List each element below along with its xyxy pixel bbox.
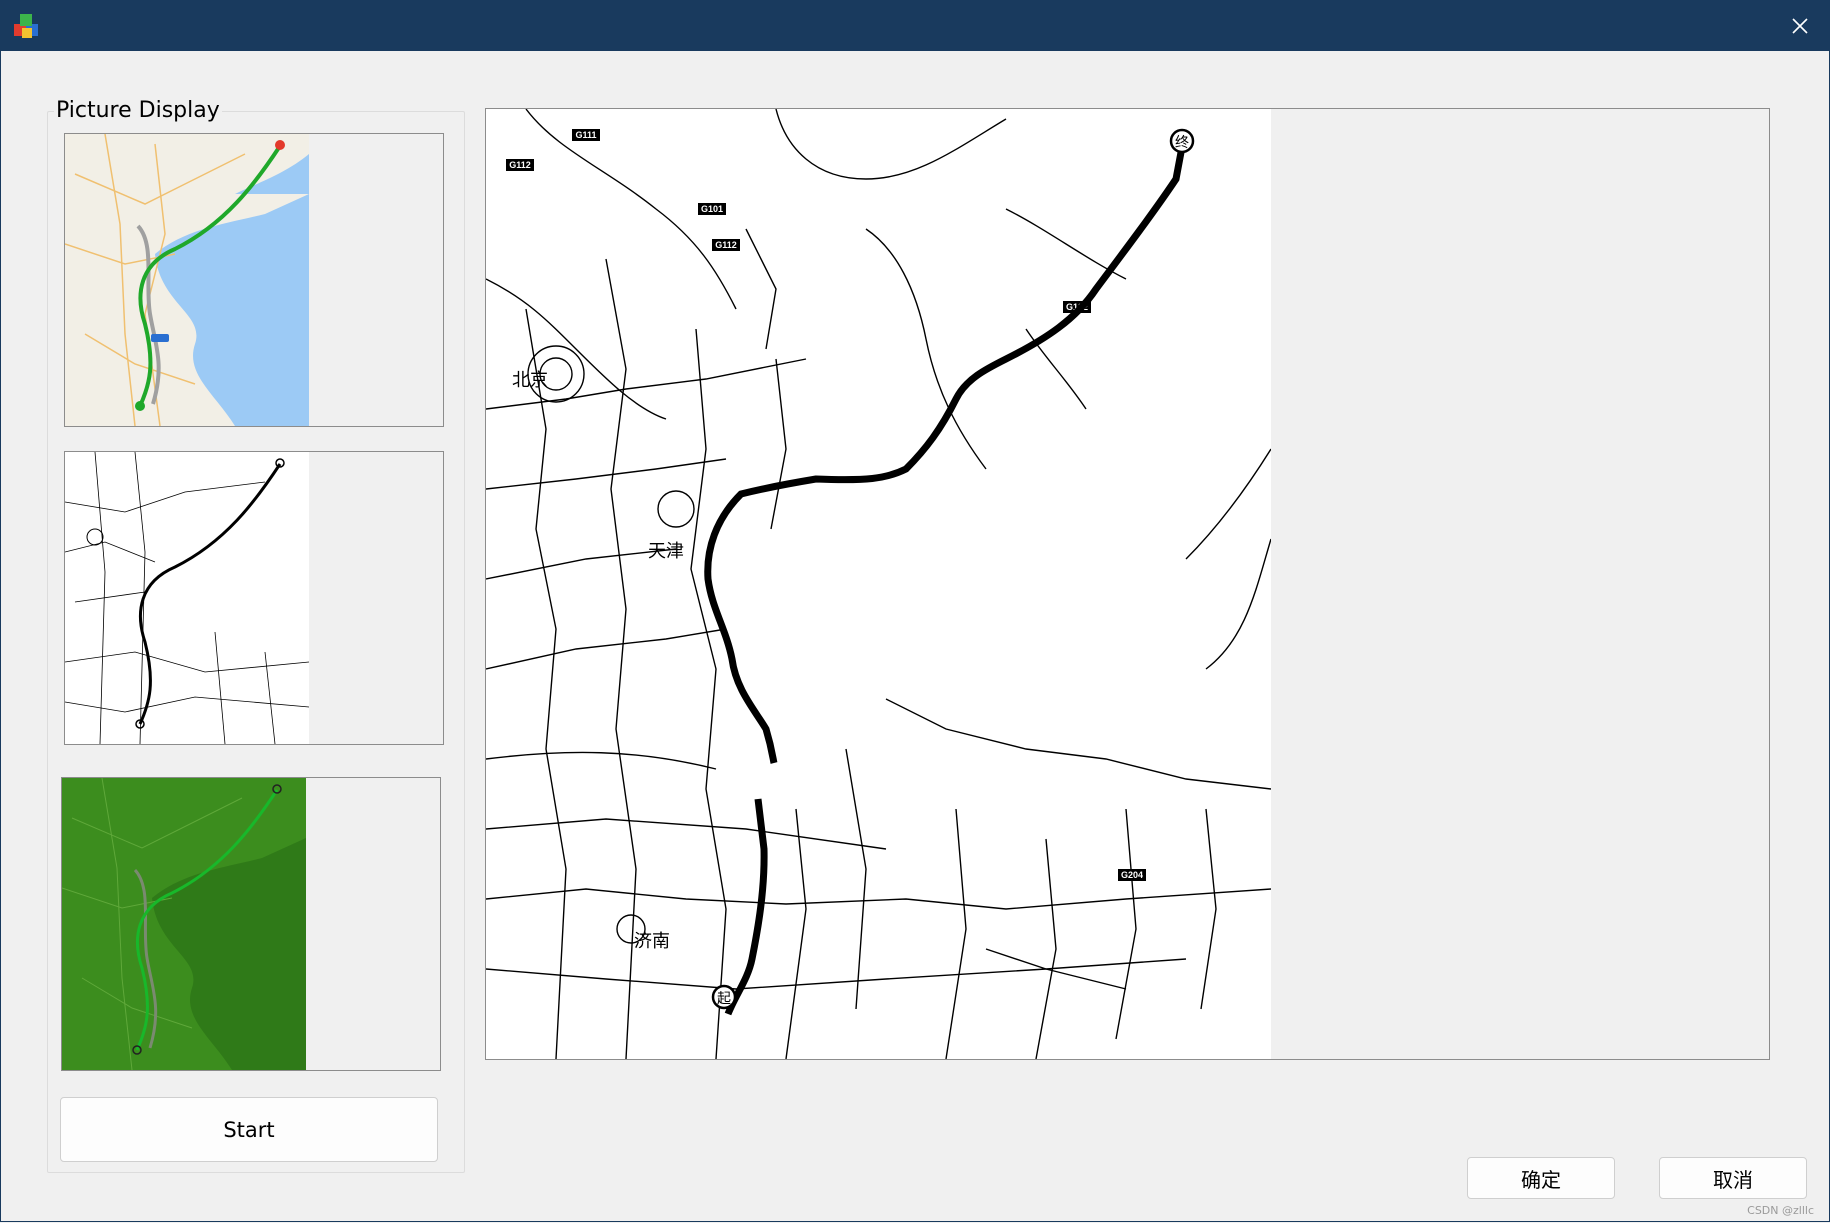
close-icon <box>1792 17 1808 34</box>
watermark: CSDN @zlllc <box>1747 1204 1814 1217</box>
city-label-jinan: 济南 <box>634 931 670 952</box>
app-cube-icon <box>14 14 38 38</box>
group-title: Picture Display <box>54 98 222 123</box>
end-marker-label: 终 <box>1175 135 1189 151</box>
main-picture-view: G111 G112 G101 G112 G102 G204 终 起 北京 天津 … <box>485 108 1770 1060</box>
cancel-button[interactable]: 取消 <box>1659 1157 1807 1199</box>
road-label-g112-b: G112 <box>715 240 737 250</box>
road-label-g111: G111 <box>575 130 596 140</box>
ok-button[interactable]: 确定 <box>1467 1157 1615 1199</box>
city-label-beijing: 北京 <box>512 370 548 391</box>
original-map-thumbnail <box>64 133 444 427</box>
road-label-g112-a: G112 <box>509 160 531 170</box>
road-label-g101: G101 <box>701 204 723 214</box>
close-button[interactable] <box>1770 0 1830 51</box>
start-button[interactable]: Start <box>60 1097 438 1162</box>
binary-map-thumbnail <box>64 451 444 745</box>
start-marker-label: 起 <box>717 991 731 1007</box>
green-tinted-map-thumbnail <box>61 777 441 1071</box>
road-label-g204: G204 <box>1121 870 1143 880</box>
processed-route-map: G111 G112 G101 G112 G102 G204 终 起 北京 天津 … <box>486 109 1271 1059</box>
city-label-tianjin: 天津 <box>648 541 684 562</box>
title-bar <box>0 0 1830 51</box>
